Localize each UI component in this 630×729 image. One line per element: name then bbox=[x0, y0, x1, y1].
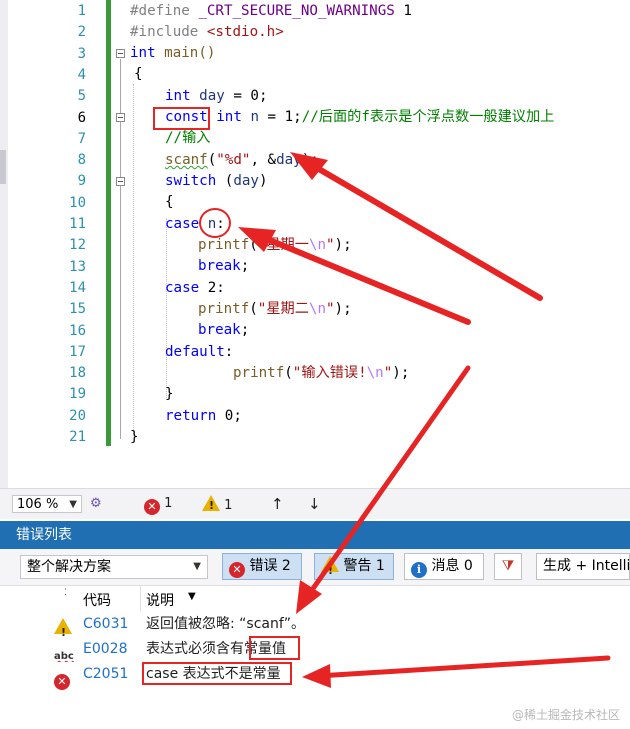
annotation-circle-case-n bbox=[199, 208, 231, 238]
line-number: 6 bbox=[77, 109, 86, 126]
line-number: 17 bbox=[69, 343, 86, 360]
line-number: 11 bbox=[69, 216, 86, 232]
line-number: 18 bbox=[69, 365, 86, 382]
code-editor[interactable]: 1 2 3 4 5 6 7 8 9 10 11 12 13 14 15 16 17 18 19 20 21 #defin… bbox=[0, 0, 630, 488]
fold-line-switch bbox=[120, 187, 121, 397]
annotation-box-const bbox=[153, 107, 210, 130]
warning-icon bbox=[202, 495, 220, 515]
code-line-10: { bbox=[165, 194, 174, 210]
code-line-18: printf("输入错误!\n"); bbox=[233, 365, 410, 381]
code-line-1: #define _CRT_SECURE_NO_WARNINGS 1 bbox=[130, 3, 412, 19]
column-description[interactable]: 说明 bbox=[146, 590, 174, 610]
line-number: 10 bbox=[69, 194, 86, 211]
code-line-9: switch (day) bbox=[165, 173, 268, 189]
build-filter-dropdown[interactable]: 生成 + IntelliSense bbox=[536, 553, 630, 580]
chevron-down-icon: ▼ bbox=[188, 591, 196, 602]
previous-issue-button[interactable]: ↑ bbox=[271, 495, 284, 513]
scroll-marker bbox=[0, 150, 6, 184]
code-line-4: { bbox=[134, 66, 143, 82]
error-row[interactable]: ✕ C2051 case 表达式不是常量 bbox=[0, 662, 630, 690]
error-list-title: 错误列表 bbox=[0, 521, 630, 549]
code-line-17: default: bbox=[165, 344, 234, 360]
line-number: 12 bbox=[69, 237, 86, 254]
code-line-8: scanf("%d", &day); bbox=[165, 152, 319, 168]
code-line-7: //输入 bbox=[165, 130, 211, 146]
error-row[interactable]: C6031 返回值被忽略: “scanf”。 bbox=[0, 612, 630, 645]
warning-icon bbox=[321, 556, 339, 583]
column-code[interactable]: 代码 bbox=[83, 590, 111, 610]
annotation-box-constant-value bbox=[249, 636, 300, 660]
zoom-dropdown[interactable]: 106 % ▼ bbox=[12, 495, 82, 513]
code-line-12: printf("星期一\n"); bbox=[198, 237, 352, 253]
fold-toggle-main[interactable] bbox=[116, 49, 125, 58]
line-number: 2 bbox=[77, 24, 86, 41]
line-number: 19 bbox=[69, 386, 86, 403]
line-number: 3 bbox=[77, 45, 86, 62]
fold-toggle-comment[interactable] bbox=[116, 113, 125, 122]
error-code[interactable]: E0028 bbox=[83, 637, 127, 662]
line-number: 14 bbox=[69, 279, 86, 296]
chevron-down-icon: ▼ bbox=[193, 561, 201, 572]
filter-icon: ⧩ bbox=[501, 558, 515, 574]
error-list-header: ⁚ 代码 说明 ▼ bbox=[0, 586, 630, 613]
column-divider bbox=[140, 586, 141, 612]
annotation-box-case-error bbox=[142, 662, 292, 685]
code-line-13: break; bbox=[198, 258, 250, 274]
next-issue-button[interactable]: ↓ bbox=[308, 495, 321, 513]
line-number: 16 bbox=[69, 322, 86, 339]
error-icon: ✕ bbox=[144, 499, 160, 515]
editor-status-bar: 106 %▼ ⚙ ✕ 1 1 ↑ ↓ bbox=[0, 488, 630, 519]
error-code[interactable]: C2051 bbox=[83, 662, 128, 687]
line-number-gutter: 1 2 3 4 5 6 7 8 9 10 11 12 13 14 15 16 17 18 19 20 21 bbox=[8, 0, 86, 488]
intellicode-icon[interactable]: ⚙ bbox=[90, 495, 102, 513]
line-number: 21 bbox=[69, 429, 86, 445]
code-line-21: } bbox=[130, 429, 139, 445]
line-number: 9 bbox=[77, 173, 86, 190]
line-number: 4 bbox=[77, 66, 86, 83]
messages-filter-button[interactable]: i 消息 0 bbox=[404, 553, 484, 580]
error-code[interactable]: C6031 bbox=[83, 612, 128, 637]
line-number: 5 bbox=[77, 88, 86, 105]
code-line-15: printf("星期二\n"); bbox=[198, 301, 352, 317]
code-line-16: break; bbox=[198, 322, 250, 338]
code-line-3: int main() bbox=[130, 45, 216, 61]
watermark: @稀土掘金技术社区 bbox=[511, 708, 620, 722]
line-number: 8 bbox=[77, 152, 86, 169]
code-line-14: case 2: bbox=[165, 280, 225, 296]
chevron-down-icon: ▼ bbox=[69, 499, 77, 510]
line-number: 1 bbox=[77, 3, 86, 19]
filter-toggle-button[interactable]: ⧩ bbox=[494, 553, 522, 580]
error-list-toolbar: 整个解决方案▼ ✕ 错误 2 警告 1 i 消息 0 ⧩ 生成 + Intell… bbox=[0, 549, 630, 586]
line-number: 15 bbox=[69, 301, 86, 318]
error-icon: ✕ bbox=[54, 666, 70, 691]
scope-dropdown[interactable]: 整个解决方案 ▼ bbox=[20, 555, 208, 579]
code-line-2: #include <stdio.h> bbox=[130, 24, 284, 40]
errors-filter-button[interactable]: ✕ 错误 2 bbox=[222, 553, 302, 580]
warnings-filter-button[interactable]: 警告 1 bbox=[314, 553, 394, 583]
line-number: 13 bbox=[69, 258, 86, 275]
line-number: 7 bbox=[77, 130, 86, 147]
fold-line-comment bbox=[120, 123, 121, 143]
code-line-20: return 0; bbox=[165, 408, 242, 424]
code-line-6: const int n = 1;//后面的f表示是个浮点数一般建议加上 bbox=[165, 109, 555, 125]
line-number: 20 bbox=[69, 407, 86, 424]
change-tracking-bar bbox=[106, 0, 111, 446]
error-icon: ✕ bbox=[229, 562, 245, 578]
fold-toggle-switch[interactable] bbox=[116, 177, 125, 186]
sort-indicator-icon: ⁚ bbox=[64, 588, 67, 598]
error-row[interactable]: abc E0028 表达式必须含有常量值 bbox=[0, 637, 630, 662]
info-icon: i bbox=[411, 562, 427, 578]
code-line-5: int day = 0; bbox=[165, 88, 268, 104]
error-description: 返回值被忽略: “scanf”。 bbox=[146, 616, 306, 632]
code-line-19: } bbox=[165, 386, 174, 402]
error-indicator[interactable]: ✕ 1 bbox=[144, 495, 172, 515]
warning-indicator[interactable]: 1 bbox=[202, 495, 232, 515]
